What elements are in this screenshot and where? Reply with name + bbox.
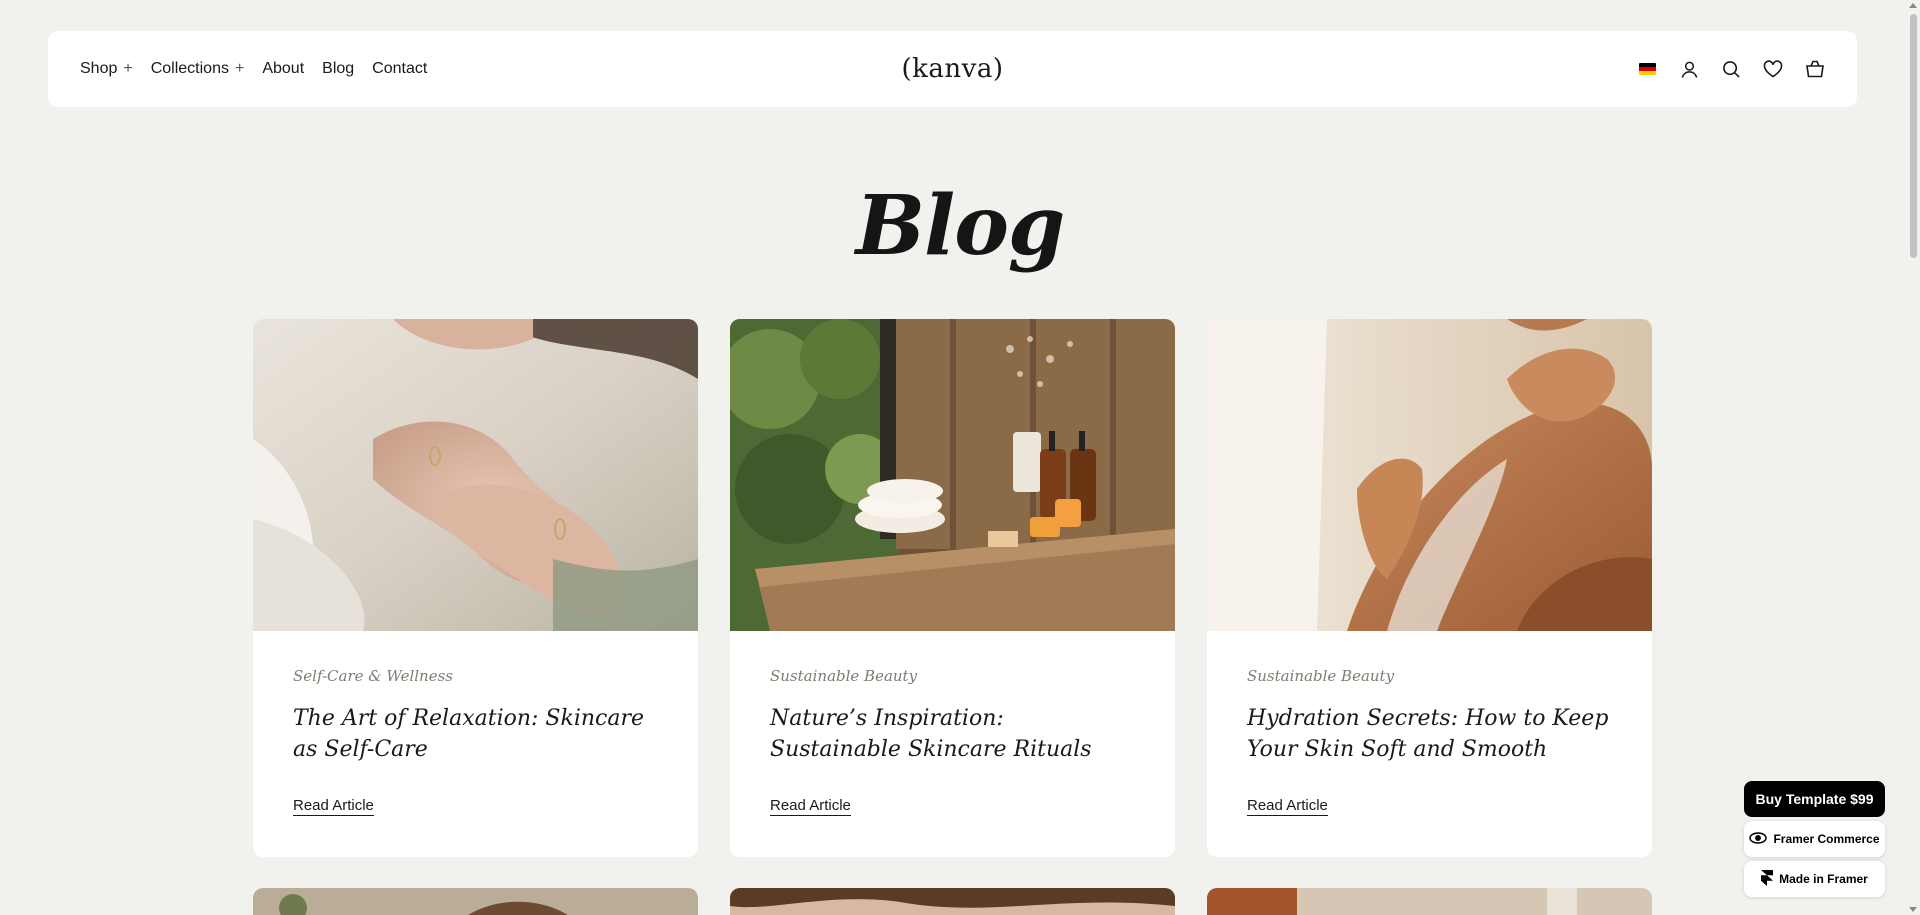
user-icon[interactable] xyxy=(1679,59,1699,79)
buy-template-button[interactable]: Buy Template $99 xyxy=(1744,781,1885,817)
heart-icon[interactable] xyxy=(1763,59,1783,79)
nav-shop[interactable]: Shop + xyxy=(80,60,133,78)
nav-collections[interactable]: Collections + xyxy=(151,60,245,78)
site-header: Shop + Collections + About Blog Contact … xyxy=(48,31,1857,107)
article-category[interactable]: Self-Care & Wellness xyxy=(293,667,658,685)
nav-shop-label: Shop xyxy=(80,60,118,77)
article-card[interactable]: Self-Care & Wellness The Art of Relaxati… xyxy=(253,319,698,857)
read-article-link[interactable]: Read Article xyxy=(293,797,374,816)
header-actions xyxy=(1637,59,1825,79)
article-image-relaxation[interactable] xyxy=(253,319,698,631)
framer-commerce-icon xyxy=(1749,831,1768,847)
site-logo[interactable]: (kanva) xyxy=(902,54,1004,84)
read-article-link[interactable]: Read Article xyxy=(770,797,851,816)
nav-collections-label: Collections xyxy=(150,60,229,77)
article-category[interactable]: Sustainable Beauty xyxy=(1247,667,1612,685)
nav-contact[interactable]: Contact xyxy=(372,60,427,78)
bag-icon[interactable] xyxy=(1805,59,1825,79)
article-card[interactable]: Sustainable Beauty Nature’s Inspiration:… xyxy=(730,319,1175,857)
article-image-peek[interactable] xyxy=(730,888,1175,915)
article-body: Sustainable Beauty Hydration Secrets: Ho… xyxy=(1207,631,1652,816)
article-body: Self-Care & Wellness The Art of Relaxati… xyxy=(253,631,698,816)
article-category[interactable]: Sustainable Beauty xyxy=(770,667,1135,685)
scroll-thumb[interactable] xyxy=(1910,14,1917,258)
search-icon[interactable] xyxy=(1721,59,1741,79)
page-title: Blog xyxy=(855,178,1066,274)
made-in-framer-label: Made in Framer xyxy=(1779,872,1868,886)
framer-commerce-label: Framer Commerce xyxy=(1773,832,1880,846)
article-title[interactable]: Nature’s Inspiration: Sustainable Skinca… xyxy=(770,703,1135,777)
article-title[interactable]: Hydration Secrets: How to Keep Your Skin… xyxy=(1247,703,1612,777)
article-title[interactable]: The Art of Relaxation: Skincare as Self-… xyxy=(293,703,658,777)
article-body: Sustainable Beauty Nature’s Inspiration:… xyxy=(730,631,1175,816)
nav-blog[interactable]: Blog xyxy=(322,60,354,78)
made-in-framer-badge[interactable]: Made in Framer xyxy=(1744,861,1885,897)
article-image-nature[interactable] xyxy=(730,319,1175,631)
framer-logo-icon xyxy=(1761,869,1774,889)
main-nav: Shop + Collections + About Blog Contact xyxy=(80,60,445,78)
nav-about-label: About xyxy=(262,60,305,77)
page-scrollbar[interactable] xyxy=(1908,0,1920,915)
nav-about[interactable]: About xyxy=(262,60,304,78)
article-image-peek[interactable] xyxy=(1207,888,1652,915)
germany-flag-icon[interactable] xyxy=(1637,59,1657,79)
article-grid-row-2 xyxy=(253,888,1652,915)
scroll-down-arrow-icon[interactable] xyxy=(1909,907,1917,912)
article-image-peek[interactable] xyxy=(253,888,698,915)
article-grid: Self-Care & Wellness The Art of Relaxati… xyxy=(253,319,1652,857)
nav-blog-label: Blog xyxy=(322,60,355,77)
article-card[interactable]: Sustainable Beauty Hydration Secrets: Ho… xyxy=(1207,319,1652,857)
scroll-up-arrow-icon[interactable] xyxy=(1909,3,1917,8)
plus-icon: + xyxy=(123,60,133,77)
framer-commerce-badge[interactable]: Framer Commerce xyxy=(1744,821,1885,857)
article-image-hydration[interactable] xyxy=(1207,319,1652,631)
plus-icon: + xyxy=(234,60,245,77)
read-article-link[interactable]: Read Article xyxy=(1247,797,1328,816)
nav-contact-label: Contact xyxy=(372,60,428,77)
